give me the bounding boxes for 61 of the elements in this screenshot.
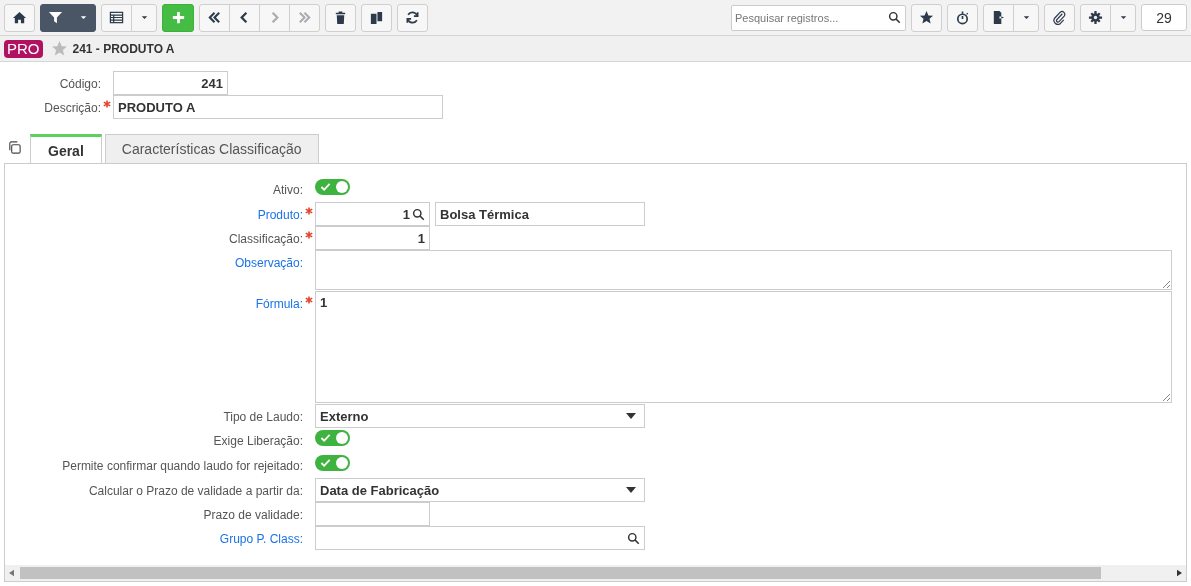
toolbar-button[interactable]: [70, 3, 96, 32]
field-label: Permite confirmar quando laudo for rejeitado:: [61, 458, 303, 473]
refresh-icon: [405, 10, 420, 25]
field-label: Descrição:: [43, 100, 101, 115]
search-icon[interactable]: [412, 207, 425, 221]
dropdown[interactable]: Data de Fabricação: [315, 478, 645, 502]
input-field[interactable]: 1: [315, 226, 430, 250]
star-icon: [919, 10, 934, 25]
tab[interactable]: Geral: [30, 134, 102, 164]
trash-icon: [333, 10, 348, 25]
check-icon: [320, 182, 331, 192]
right-arrow-icon[interactable]: [1177, 569, 1182, 577]
check-icon: [320, 458, 331, 468]
field-link[interactable]: Fórmula:: [1, 291, 303, 311]
field-link[interactable]: Observação:: [1, 250, 303, 270]
field-label: Ativo:: [272, 182, 303, 197]
plus-icon: [170, 10, 186, 25]
toggle-switch[interactable]: [315, 179, 350, 195]
paperclip-icon: [1052, 10, 1067, 25]
double-left-chevron-icon: [207, 10, 222, 25]
search-icon: [888, 10, 901, 24]
search-field[interactable]: Pesquisar registros...: [731, 4, 906, 31]
module-badge: PRO: [4, 39, 43, 58]
stopwatch-icon: [955, 10, 970, 25]
caret-icon: [626, 413, 636, 419]
toggle-switch[interactable]: [315, 430, 350, 446]
left-arrow-icon[interactable]: [9, 569, 14, 577]
search-icon[interactable]: [627, 531, 640, 545]
record-title: 241 - PRODUTO A: [72, 41, 175, 56]
double-right-chevron-icon: [297, 10, 312, 25]
tab[interactable]: Características Classificação: [104, 134, 319, 163]
home-icon: [12, 10, 27, 25]
field-label: Prazo de validade:: [202, 507, 303, 522]
field-label: Exige Liberação:: [212, 433, 303, 448]
input-field[interactable]: [315, 502, 430, 526]
star-icon[interactable]: [50, 40, 68, 57]
copy-icon: [369, 10, 384, 25]
record-count: 29: [1141, 4, 1187, 31]
toolbar-button[interactable]: [40, 3, 71, 32]
copy-icon[interactable]: [7, 140, 22, 155]
field-link[interactable]: Grupo P. Class:: [1, 526, 303, 546]
field-link[interactable]: Produto:: [1, 202, 303, 222]
check-icon: [320, 433, 331, 443]
horizontal-scrollbar[interactable]: [5, 565, 1186, 581]
product-name-field: Bolsa Térmica: [435, 202, 645, 226]
text-area[interactable]: 1: [315, 291, 1172, 403]
code-field[interactable]: 241: [113, 71, 228, 95]
lookup-field[interactable]: 1: [315, 202, 430, 226]
description-field[interactable]: PRODUTO A: [113, 95, 443, 119]
table-icon: [109, 10, 124, 25]
caret-icon: [626, 487, 636, 493]
dropdown[interactable]: Externo: [315, 404, 645, 428]
document-icon: [991, 10, 1006, 25]
field-label: Código:: [58, 76, 101, 91]
field-label: Calcular o Prazo de validade a partir da:: [87, 483, 303, 498]
search-field[interactable]: [315, 526, 645, 550]
filter-icon: [48, 10, 63, 25]
field-label: Tipo de Laudo:: [222, 409, 303, 424]
field-label: Classificação:: [227, 231, 303, 246]
toggle-switch[interactable]: [315, 455, 350, 471]
settings-icon: [1088, 10, 1103, 25]
